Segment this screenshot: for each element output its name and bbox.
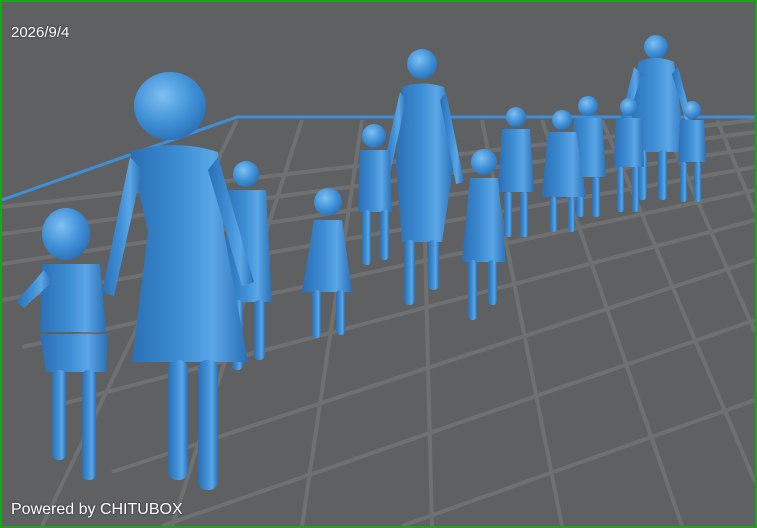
scene-canvas[interactable] bbox=[2, 2, 755, 526]
3d-viewport[interactable]: 2026/9/4 Powered by CHITUBOX bbox=[0, 0, 757, 528]
figure-child-back-left[interactable] bbox=[358, 124, 392, 265]
date-label: 2026/9/4 bbox=[11, 24, 70, 41]
powered-by-label: Powered by CHITUBOX bbox=[11, 501, 183, 518]
